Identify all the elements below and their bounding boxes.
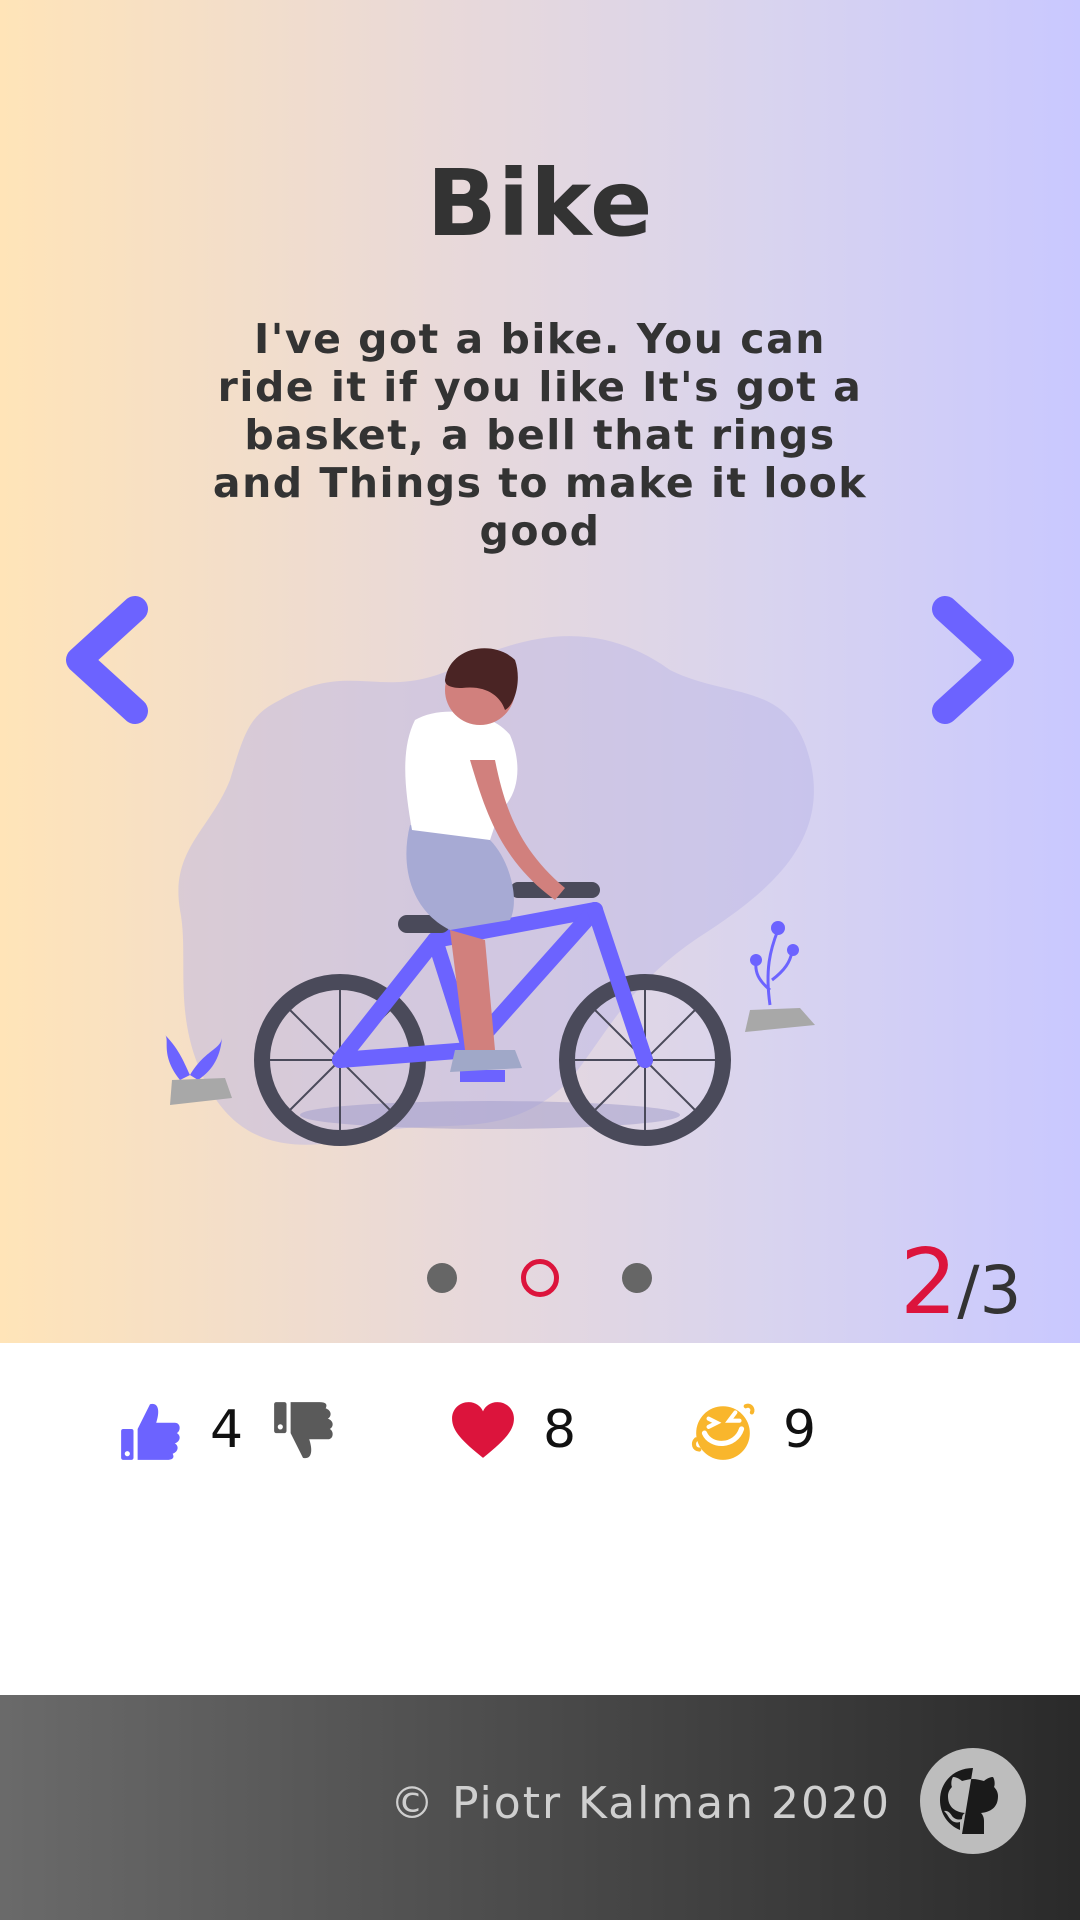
slide-title: Bike — [426, 150, 654, 257]
github-link[interactable] — [920, 1748, 1026, 1854]
chevron-right-icon — [932, 596, 1014, 724]
heart-count: 8 — [543, 1400, 577, 1460]
slide-current-number: 2 — [900, 1230, 958, 1335]
pagination-dot-3[interactable] — [622, 1263, 652, 1293]
laugh-count: 9 — [783, 1400, 817, 1460]
chevron-left-icon — [66, 596, 148, 724]
pagination-dot-1[interactable] — [427, 1263, 457, 1293]
pagination-dot-2-active[interactable] — [521, 1259, 559, 1297]
thumbs-up-icon[interactable] — [117, 1398, 183, 1464]
copyright-text: © Piotr Kalman 2020 — [390, 1778, 891, 1829]
bike-rider-illustration — [165, 636, 815, 1146]
slide-counter: 2/3 — [900, 1230, 1022, 1335]
like-count: 4 — [210, 1400, 244, 1460]
slider-section: Bike I've got a bike. You can ride it if… — [0, 0, 1080, 1343]
github-icon — [940, 1768, 998, 1834]
prev-slide-button[interactable] — [55, 595, 155, 725]
thumbs-down-icon[interactable] — [270, 1398, 336, 1464]
slide-description: I've got a bike. You can ride it if you … — [212, 315, 868, 555]
slide-total-number: 3 — [979, 1252, 1022, 1329]
heart-icon[interactable] — [450, 1398, 516, 1464]
next-slide-button[interactable] — [925, 595, 1025, 725]
slide-counter-separator: / — [957, 1252, 980, 1329]
laugh-emoji-icon[interactable] — [690, 1398, 756, 1464]
